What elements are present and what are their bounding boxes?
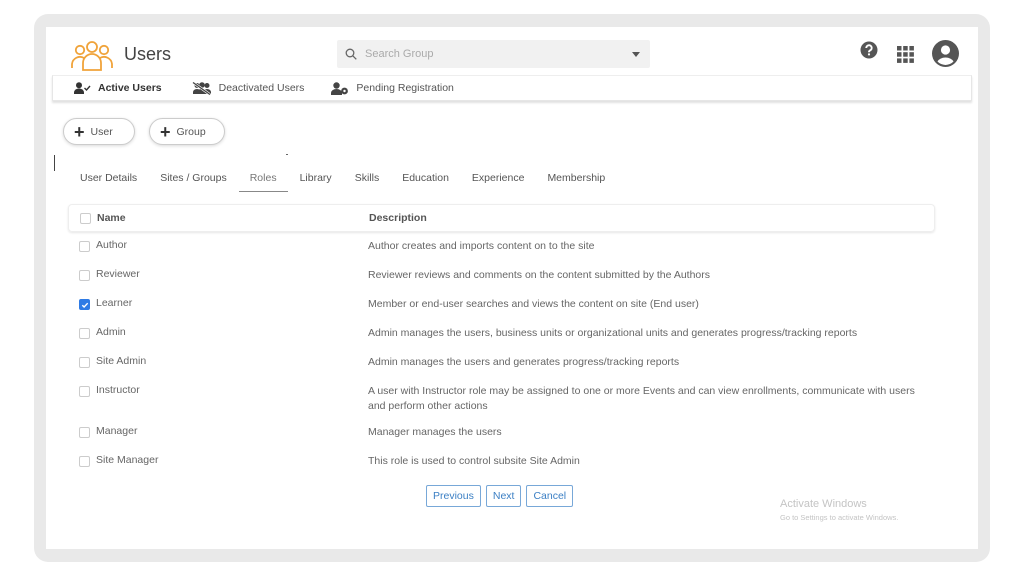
role-name: Reviewer [96,268,140,280]
table-row: Admin Admin manages the users, business u… [68,319,935,348]
previous-button[interactable]: Previous [426,485,481,507]
text-cursor [54,155,55,171]
role-name: Manager [96,425,138,437]
app-screen: Users Ac [46,27,978,549]
add-group-label: Group [176,125,206,138]
role-name: Learner [96,297,133,309]
role-name: Site Admin [96,355,147,367]
user-status-nav: Active Users Deactivated Users Pending R… [52,75,972,101]
role-name-cell: Site Admin [68,355,368,368]
page-title: Users [124,44,172,64]
role-name-cell: Learner [68,297,368,310]
next-button[interactable]: Next [485,485,522,507]
help-icon[interactable] [860,41,878,59]
tab-experience[interactable]: Experience [472,172,525,192]
users-slash-icon [191,81,211,95]
table-header: Name Description [68,204,935,232]
search-icon [345,48,357,60]
tab-user-details[interactable]: User Details [80,172,137,192]
role-checkbox[interactable] [79,241,90,252]
table-row: Site Admin Admin manages the users and ge… [68,348,935,377]
role-description: Reviewer reviews and comments on the con… [368,269,711,281]
table-row: Instructor A user with Instructor role ma… [68,377,935,418]
role-name-cell: Manager [68,425,368,438]
table-row: Site Manager This role is used to control… [68,447,935,476]
role-checkbox[interactable] [79,299,90,310]
tab-sites-groups[interactable]: Sites / Groups [160,172,227,192]
role-description: Member or end-user searches and views th… [368,298,699,310]
cancel-button[interactable]: Cancel [526,485,574,507]
role-description: Manager manages the users [368,426,502,438]
role-checkbox[interactable] [79,427,90,438]
add-user-button[interactable]: + User [63,118,135,145]
nav-label: Active Users [98,82,162,94]
tab-education[interactable]: Education [402,172,449,192]
role-checkbox[interactable] [79,357,90,368]
nav-active-users[interactable]: Active Users [74,82,162,94]
tab-library[interactable]: Library [300,172,332,192]
watermark-subtitle: Go to Settings to activate Windows. [780,513,899,522]
role-checkbox[interactable] [79,328,90,339]
users-logo-icon [71,41,113,71]
table-row: Manager Manager manages the users [68,418,935,447]
role-name: Author [96,239,127,251]
role-name: Admin [96,326,126,338]
role-description: A user with Instructor role may be assig… [368,385,915,412]
nav-label: Pending Registration [356,82,454,94]
table-body: Author Author creates and imports content… [68,232,935,476]
table-row: Reviewer Reviewer reviews and comments on… [68,261,935,290]
stray-mark [286,154,288,155]
roles-table: Name Description Author Author creates an… [68,204,935,476]
select-all-checkbox[interactable] [80,212,91,224]
role-name-cell: Reviewer [68,268,368,281]
role-name: Instructor [96,384,140,396]
activate-windows-watermark: Activate Windows Go to Settings to activ… [780,498,898,522]
nav-pending-registration[interactable]: Pending Registration [331,81,454,95]
search-group-dropdown[interactable] [337,40,650,68]
plus-icon: + [74,121,85,142]
role-name: Site Manager [96,454,159,466]
check-icon [81,302,88,308]
tab-membership[interactable]: Membership [547,172,605,192]
header-name-cell: Name [69,212,369,224]
add-group-button[interactable]: + Group [149,118,225,145]
column-header-name: Name [97,212,126,224]
role-name-cell: Site Manager [68,454,368,467]
role-description: Admin manages the users and generates pr… [368,356,680,368]
tab-roles[interactable]: Roles [238,172,288,192]
nav-deactivated-users[interactable]: Deactivated Users [191,81,305,95]
chevron-down-icon[interactable] [632,51,640,57]
user-gear-icon [331,81,349,95]
role-name-cell: Admin [68,326,368,339]
user-avatar-icon[interactable] [932,40,959,67]
role-name-cell: Instructor [68,384,368,397]
role-description: This role is used to control subsite Sit… [368,455,580,467]
role-checkbox[interactable] [79,386,90,397]
tab-skills[interactable]: Skills [355,172,380,192]
role-checkbox[interactable] [79,270,90,281]
user-check-icon [74,82,91,94]
role-description: Author creates and imports content on to… [368,240,595,252]
search-group-input[interactable] [365,40,632,68]
header: Users [46,27,978,77]
apps-grid-icon[interactable] [897,46,914,63]
nav-label: Deactivated Users [218,82,305,94]
table-row: Author Author creates and imports content… [68,232,935,261]
plus-icon: + [160,121,171,142]
add-user-label: User [90,125,113,138]
role-name-cell: Author [68,239,368,252]
user-detail-tabs: User Details Sites / Groups Roles Librar… [80,172,628,192]
column-header-description: Description [369,211,427,224]
table-row: Learner Member or end-user searches and v… [68,290,935,319]
wizard-navigation: Previous Next Cancel [426,485,578,507]
role-checkbox[interactable] [79,456,90,467]
watermark-title: Activate Windows [780,498,867,510]
role-description: Admin manages the users, business units … [368,327,858,339]
